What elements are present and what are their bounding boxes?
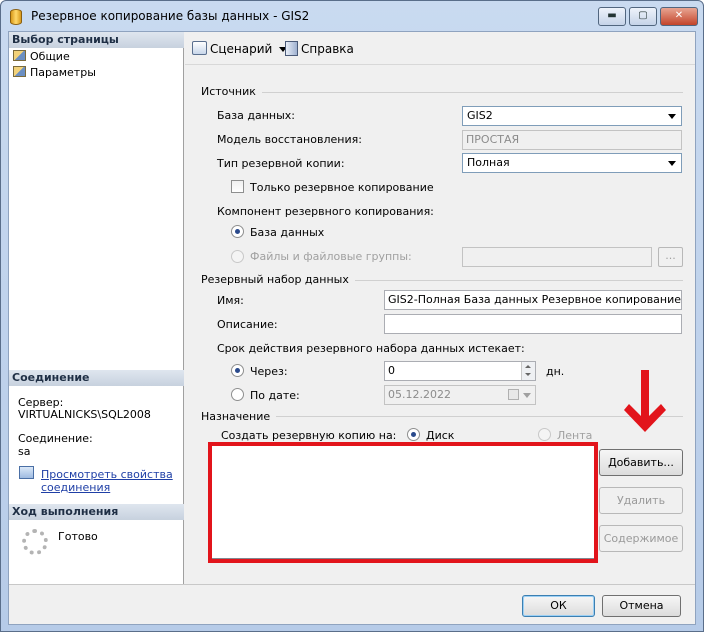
expires-on-radio[interactable]: [231, 388, 244, 401]
help-book-icon: [285, 41, 298, 56]
chevron-down-icon: [668, 161, 676, 166]
copy-only-label: Только резервное копирование: [250, 181, 434, 194]
dialog-client-area: Выбор страницы Общие Параметры Соединени…: [8, 31, 696, 625]
view-connection-properties-link[interactable]: Просмотреть свойства: [41, 468, 173, 481]
add-destination-button[interactable]: Добавить...: [599, 449, 683, 476]
expires-on-label: По дате:: [250, 389, 300, 402]
close-button[interactable]: ✕: [660, 7, 698, 26]
view-connection-properties-link-line2[interactable]: соединения: [41, 481, 110, 494]
divider: [201, 92, 683, 93]
backup-to-tape-label: Лента: [557, 429, 593, 442]
help-label: Справка: [301, 42, 354, 56]
chevron-down-icon: [523, 393, 531, 398]
destination-list[interactable]: [210, 445, 595, 559]
backup-to-disk-radio[interactable]: [407, 428, 420, 441]
select-page-header: Выбор страницы: [9, 32, 184, 48]
page-icon: [13, 66, 26, 77]
source-group-title: Источник: [201, 85, 262, 98]
properties-icon: [19, 466, 34, 479]
script-button[interactable]: Сценарий: [192, 41, 288, 56]
expires-after-days-input[interactable]: 0: [384, 361, 536, 381]
database-label: База данных:: [217, 109, 296, 122]
dialog-button-bar: ОК Отмена: [9, 584, 695, 624]
backup-to-label: Создать резервную копию на:: [221, 429, 397, 442]
expires-on-date-input[interactable]: 05.12.2022: [384, 385, 536, 405]
script-label: Сценарий: [210, 42, 273, 56]
description-label: Описание:: [217, 318, 278, 331]
destination-contents-button[interactable]: Содержимое: [599, 525, 683, 552]
expires-after-days-value: 0: [388, 364, 395, 377]
expires-on-date-value: 05.12.2022: [388, 388, 451, 401]
progress-header: Ход выполнения: [9, 504, 184, 520]
red-arrow-down-icon: [624, 370, 666, 432]
backup-dialog-window: Резервное копирование базы данных - GIS2…: [0, 0, 704, 632]
maximize-button[interactable]: ▢: [629, 7, 657, 26]
nav-item-label: Параметры: [30, 66, 96, 79]
component-database-radio[interactable]: [231, 225, 244, 238]
chevron-down-icon: [668, 114, 676, 119]
window-title: Резервное копирование базы данных - GIS2: [31, 9, 310, 23]
browse-files-button[interactable]: ...: [658, 247, 683, 267]
expires-label: Срок действия резервного набора данных и…: [217, 342, 525, 355]
calendar-icon: [508, 389, 519, 400]
backup-type-label: Тип резервной копии:: [217, 157, 345, 170]
description-input[interactable]: [384, 314, 682, 334]
left-pane: Выбор страницы Общие Параметры Соединени…: [9, 32, 184, 584]
backup-component-label: Компонент резервного копирования:: [217, 205, 434, 218]
title-bar[interactable]: Резервное копирование базы данных - GIS2…: [1, 1, 703, 31]
recovery-model-label: Модель восстановления:: [217, 133, 362, 146]
days-unit-label: дн.: [546, 365, 565, 378]
component-database-label: База данных: [250, 226, 325, 239]
backup-to-tape-radio[interactable]: [538, 428, 551, 441]
backup-to-disk-label: Диск: [426, 429, 455, 442]
database-select-value: GIS2: [467, 109, 493, 122]
cancel-button[interactable]: Отмена: [602, 595, 681, 617]
ok-button[interactable]: ОК: [522, 595, 595, 617]
recovery-model-field: ПРОСТАЯ: [462, 130, 682, 150]
backup-set-group-title: Резервный набор данных: [201, 273, 355, 286]
expires-after-label: Через:: [250, 365, 288, 378]
component-files-radio[interactable]: [231, 250, 244, 263]
expires-after-radio[interactable]: [231, 364, 244, 377]
help-button[interactable]: Справка: [285, 41, 354, 56]
backup-type-select[interactable]: Полная: [462, 153, 682, 173]
database-select[interactable]: GIS2: [462, 106, 682, 126]
copy-only-checkbox[interactable]: [231, 180, 244, 193]
server-value: VIRTUALNICKS\SQL2008: [18, 408, 151, 421]
script-icon: [192, 41, 207, 55]
connection-label: Соединение:: [18, 432, 93, 445]
remove-destination-button[interactable]: Удалить: [599, 487, 683, 514]
destination-group-title: Назначение: [201, 410, 277, 423]
progress-spinner-icon: [22, 529, 48, 555]
page-icon: [13, 50, 26, 61]
days-stepper[interactable]: [521, 362, 535, 380]
nav-item-options[interactable]: Параметры: [13, 65, 96, 81]
minimize-button[interactable]: ▬: [598, 7, 626, 26]
nav-item-label: Общие: [30, 50, 70, 63]
database-icon: [10, 9, 22, 25]
toolbar: Сценарий Справка: [185, 32, 695, 65]
nav-item-general[interactable]: Общие: [13, 49, 70, 65]
files-filegroups-field[interactable]: [462, 247, 652, 267]
right-pane: Сценарий Справка Источник База данных: G…: [185, 32, 695, 584]
progress-status: Готово: [58, 530, 98, 543]
connection-value: sa: [18, 445, 31, 458]
backup-set-name-input[interactable]: GIS2-Полная База данных Резервное копиро…: [384, 290, 682, 310]
connection-header: Соединение: [9, 370, 184, 386]
backup-set-name-label: Имя:: [217, 294, 244, 307]
component-files-label: Файлы и файловые группы:: [250, 250, 412, 263]
backup-type-value: Полная: [467, 156, 510, 169]
